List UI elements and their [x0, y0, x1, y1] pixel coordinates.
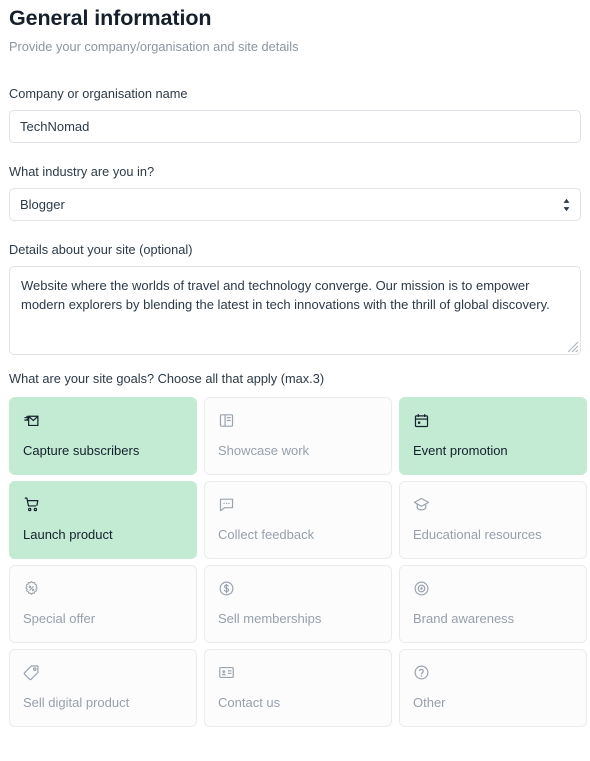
goal-card-label: Showcase work [218, 443, 310, 458]
industry-select-wrapper[interactable]: Blogger [9, 188, 581, 221]
site-details-textarea[interactable]: Website where the worlds of travel and t… [9, 266, 581, 355]
goal-card-label: Other [413, 695, 446, 710]
goal-card-showcase-work[interactable]: Showcase work [204, 397, 392, 475]
goal-card-label: Special offer [23, 611, 96, 626]
chat-bubble-icon [218, 496, 235, 513]
mail-incoming-icon [23, 412, 40, 429]
contact-card-icon [218, 664, 235, 681]
graduation-cap-icon [413, 496, 430, 513]
general-information-form: General information Provide your company… [0, 0, 590, 761]
site-details-field-group: Details about your site (optional) Websi… [9, 242, 581, 355]
site-details-label: Details about your site (optional) [9, 242, 193, 257]
goal-card-launch-product[interactable]: Launch product [9, 481, 197, 559]
goal-card-label: Sell memberships [218, 611, 322, 626]
calendar-icon [413, 412, 430, 429]
company-name-field-group: Company or organisation name [9, 86, 581, 143]
goal-card-label: Capture subscribers [23, 443, 140, 458]
layout-panel-icon [218, 412, 235, 429]
question-mark-icon [413, 664, 430, 681]
site-goals-group: What are your site goals? Choose all tha… [9, 371, 587, 727]
goal-card-collect-feedback[interactable]: Collect feedback [204, 481, 392, 559]
goal-card-sell-digital-product[interactable]: Sell digital product [9, 649, 197, 727]
goal-card-label: Educational resources [413, 527, 542, 542]
goal-card-label: Sell digital product [23, 695, 130, 710]
goal-card-label: Brand awareness [413, 611, 515, 626]
shopping-cart-icon [23, 496, 40, 513]
site-goals-grid: Capture subscribers Showcase work Event pr… [9, 397, 587, 727]
page-subtitle: Provide your company/organisation and si… [9, 39, 299, 54]
company-name-input[interactable] [9, 110, 581, 143]
goal-card-sell-memberships[interactable]: Sell memberships [204, 565, 392, 643]
eye-target-icon [413, 580, 430, 597]
industry-label: What industry are you in? [9, 164, 155, 179]
company-name-label: Company or organisation name [9, 86, 188, 101]
goal-card-special-offer[interactable]: Special offer [9, 565, 197, 643]
goal-card-other[interactable]: Other [399, 649, 587, 727]
percent-badge-icon [23, 580, 40, 597]
page-title: General information [9, 6, 212, 30]
goal-card-label: Collect feedback [218, 527, 315, 542]
goal-card-contact-us[interactable]: Contact us [204, 649, 392, 727]
goal-card-brand-awareness[interactable]: Brand awareness [399, 565, 587, 643]
goal-card-educational-resources[interactable]: Educational resources [399, 481, 587, 559]
industry-select[interactable]: Blogger [9, 188, 581, 221]
goal-card-label: Event promotion [413, 443, 508, 458]
industry-field-group: What industry are you in? Blogger [9, 164, 581, 221]
goal-card-event-promotion[interactable]: Event promotion [399, 397, 587, 475]
goal-card-capture-subscribers[interactable]: Capture subscribers [9, 397, 197, 475]
site-goals-question: What are your site goals? Choose all tha… [9, 371, 325, 386]
goal-card-label: Contact us [218, 695, 281, 710]
goal-card-label: Launch product [23, 527, 113, 542]
tag-icon [23, 664, 40, 681]
dollar-circle-icon [218, 580, 235, 597]
